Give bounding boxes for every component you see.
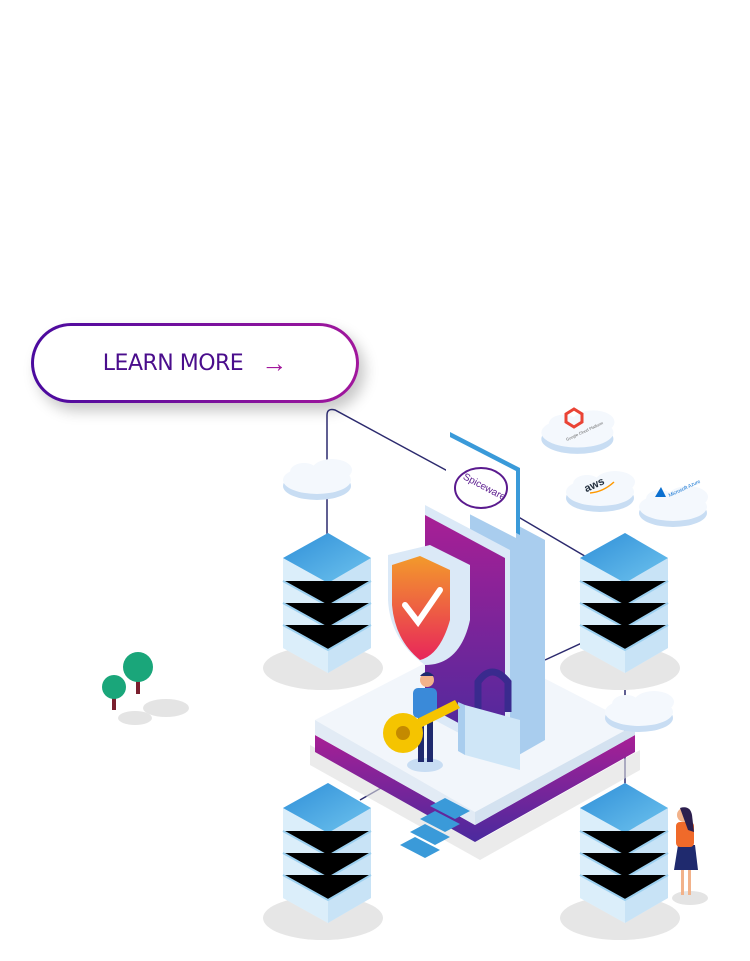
cloud-azure: Microsoft Azure (639, 479, 708, 527)
server-top-right (559, 532, 681, 691)
shield-check-icon (388, 545, 470, 665)
cloud-aws: aws (566, 471, 635, 512)
server-top-left (262, 532, 384, 691)
security-cloud-illustration: Spiceware Google Cloud Platform aws Micr… (102, 407, 708, 941)
person-woman (672, 807, 708, 905)
server-bottom-right (559, 782, 681, 941)
cloud-left (283, 459, 352, 500)
cloud-right (605, 691, 674, 732)
server-bottom-left (262, 782, 384, 941)
cloud-google-cloud: Google Cloud Platform (541, 407, 615, 454)
trees (102, 652, 189, 725)
